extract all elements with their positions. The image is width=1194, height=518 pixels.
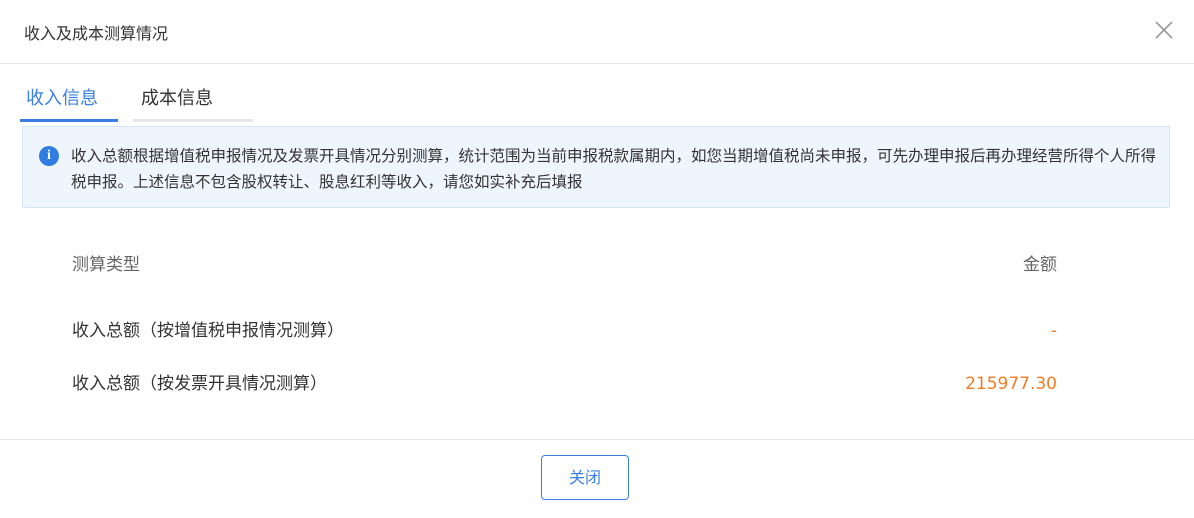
tab-cost-info[interactable]: 成本信息 (133, 80, 253, 122)
notice-text: 收入总额根据增值税申报情况及发票开具情况分别测算，统计范围为当前申报税款属期内，… (71, 147, 1157, 191)
table-row: 收入总额（按增值税申报情况测算） - (0, 320, 1194, 374)
row-amount-value: 215977.30 (965, 374, 1057, 394)
table-row: 收入总额（按发票开具情况测算） 215977.30 (0, 373, 1194, 427)
column-header-amount: 金额 (1023, 255, 1057, 275)
close-icon[interactable] (1152, 18, 1176, 42)
close-button[interactable]: 关闭 (541, 455, 629, 500)
dialog-header: 收入及成本测算情况 (0, 0, 1194, 64)
footer-divider (0, 439, 1194, 440)
table-header-row: 测算类型 金额 (0, 254, 1194, 308)
tab-bar: 收入信息 成本信息 (20, 80, 1170, 122)
notice-banner: i 收入总额根据增值税申报情况及发票开具情况分别测算，统计范围为当前申报税款属期… (22, 126, 1170, 208)
column-header-type: 测算类型 (72, 255, 140, 275)
tab-income-info[interactable]: 收入信息 (20, 80, 118, 122)
info-icon: i (39, 146, 59, 166)
row-type-label: 收入总额（按增值税申报情况测算） (72, 321, 344, 341)
row-amount-value: - (1050, 321, 1057, 341)
row-type-label: 收入总额（按发票开具情况测算） (72, 374, 327, 394)
dialog-title: 收入及成本测算情况 (24, 24, 169, 43)
